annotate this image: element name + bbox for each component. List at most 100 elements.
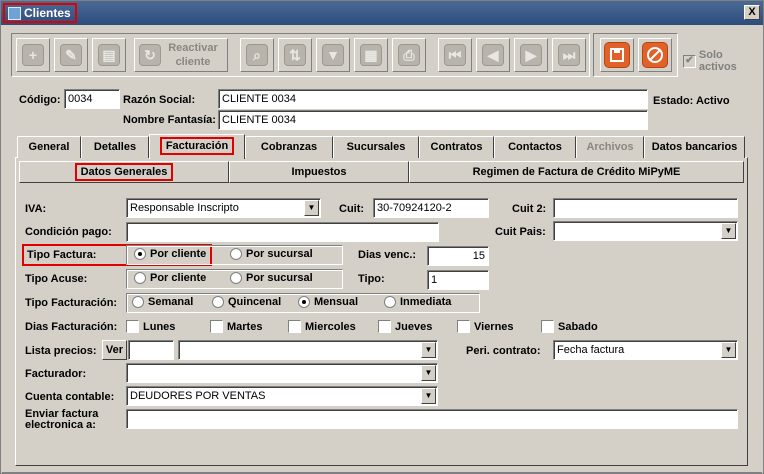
tipo-facturacion-label: Tipo Facturación: xyxy=(25,297,118,309)
new-button[interactable]: + xyxy=(16,38,50,72)
chevron-down-icon[interactable]: ▼ xyxy=(721,223,736,239)
chevron-down-icon[interactable]: ▼ xyxy=(304,200,319,216)
solo-activos-checkbox[interactable]: ✔ Solo activos xyxy=(683,49,763,73)
tab-facturacion[interactable]: Facturación xyxy=(149,134,245,159)
chevron-down-icon[interactable]: ▼ xyxy=(421,388,436,404)
last-record-button[interactable]: ⏭ xyxy=(552,38,586,72)
ver-button[interactable]: Ver xyxy=(102,340,127,360)
facturador-select[interactable]: ▼ xyxy=(126,363,438,383)
viernes-checkbox[interactable]: Viernes xyxy=(457,320,514,333)
cuit-field[interactable]: 30-70924120-2 xyxy=(373,198,489,218)
nombre-fantasia-label: Nombre Fantasía: xyxy=(123,114,216,126)
prev-icon: ◀ xyxy=(482,44,504,66)
prev-record-button[interactable]: ◀ xyxy=(476,38,510,72)
nombre-fantasia-field[interactable]: CLIENTE 0034 xyxy=(218,110,648,130)
sabado-label: Sabado xyxy=(558,320,598,333)
tab-contratos[interactable]: Contratos xyxy=(419,136,494,158)
reactivar-label-1: Reactivar xyxy=(168,42,218,54)
checkbox-box xyxy=(126,320,139,333)
bottom-divider xyxy=(2,472,762,473)
condicion-pago-label: Condición pago: xyxy=(25,226,112,238)
miercoles-checkbox[interactable]: Miercoles xyxy=(288,320,356,333)
martes-checkbox[interactable]: Martes xyxy=(210,320,262,333)
subtab-impuestos[interactable]: Impuestos xyxy=(229,161,409,183)
quincenal-radio[interactable]: Quincenal xyxy=(212,296,281,308)
close-button[interactable]: X xyxy=(744,5,760,20)
first-record-button[interactable]: ⏮ xyxy=(438,38,472,72)
lista-precios-code-field[interactable] xyxy=(128,340,174,360)
estado-text: Estado: Activo xyxy=(653,95,730,107)
mensual-radio[interactable]: Mensual xyxy=(298,296,358,308)
tipo-factura-por-cliente-radio[interactable]: Por cliente xyxy=(134,248,206,260)
condicion-pago-field[interactable] xyxy=(126,222,439,242)
first-icon: ⏮ xyxy=(444,44,466,66)
delete-button[interactable]: ▤ xyxy=(92,38,126,72)
tipo-acuse-por-cliente-radio[interactable]: Por cliente xyxy=(134,272,206,284)
iva-select[interactable]: Responsable Inscripto ▼ xyxy=(126,198,321,218)
viernes-label: Viernes xyxy=(474,320,514,333)
peri-contrato-label: Peri. contrato: xyxy=(466,345,541,357)
sort-button[interactable]: ⇅ xyxy=(278,38,312,72)
cancel-icon xyxy=(642,42,668,68)
tab-detalles[interactable]: Detalles xyxy=(81,136,149,158)
lunes-checkbox[interactable]: Lunes xyxy=(126,320,175,333)
reactivar-cliente-button[interactable]: ↻ Reactivar cliente xyxy=(134,38,228,72)
tipo-factura-por-sucursal-radio[interactable]: Por sucursal xyxy=(230,248,313,260)
chevron-down-icon[interactable]: ▼ xyxy=(421,342,436,358)
dias-venc-field[interactable]: 15 xyxy=(427,246,489,266)
tipo-factura-label: Tipo Factura: xyxy=(27,249,97,261)
sort-icon: ⇅ xyxy=(284,44,306,66)
tab-sucursales[interactable]: Sucursales xyxy=(333,136,419,158)
lista-precios-select[interactable]: ▼ xyxy=(178,340,438,360)
razon-social-field[interactable]: CLIENTE 0034 xyxy=(218,89,648,109)
save-cancel-toolbar xyxy=(593,33,678,77)
cuenta-contable-select[interactable]: DEUDORES POR VENTAS ▼ xyxy=(126,386,438,406)
jueves-checkbox[interactable]: Jueves xyxy=(378,320,432,333)
radio-dot xyxy=(132,296,144,308)
checkbox-box xyxy=(210,320,223,333)
cuit-pais-label: Cuit Pais: xyxy=(495,226,546,238)
tipo-field[interactable]: 1 xyxy=(427,270,489,290)
sabado-checkbox[interactable]: Sabado xyxy=(541,320,598,333)
cancel-button[interactable] xyxy=(638,38,672,72)
tipo-acuse-por-sucursal-radio[interactable]: Por sucursal xyxy=(230,272,313,284)
export-button[interactable]: ▦ xyxy=(354,38,388,72)
chevron-down-icon[interactable]: ▼ xyxy=(721,342,736,358)
enviar-factura-label: Enviar factura electronica a: xyxy=(25,409,98,431)
enviar-label-line-2: electronica a: xyxy=(25,419,96,431)
subtab-regimen-mipyme[interactable]: Regimen de Factura de Crédito MiPyME xyxy=(409,161,744,183)
cuenta-contable-value: DEUDORES POR VENTAS xyxy=(130,390,266,402)
save-button[interactable] xyxy=(600,38,634,72)
radio-dot xyxy=(298,296,310,308)
radio-dot xyxy=(230,272,242,284)
next-record-button[interactable]: ▶ xyxy=(514,38,548,72)
print-button[interactable]: ⎙ xyxy=(392,38,426,72)
chevron-down-icon[interactable]: ▼ xyxy=(421,365,436,381)
tab-archivos[interactable]: Archivos xyxy=(576,136,644,158)
dias-venc-label: Dias venc.: xyxy=(358,249,417,261)
tab-datos-bancarios[interactable]: Datos bancarios xyxy=(644,136,745,158)
checkbox-box: ✔ xyxy=(683,54,696,68)
search-button[interactable]: ⌕ xyxy=(240,38,274,72)
cuit2-field[interactable] xyxy=(553,198,738,218)
subtab-datos-generales-label: Datos Generales xyxy=(74,163,174,181)
tab-cobranzas[interactable]: Cobranzas xyxy=(245,136,333,158)
subtab-datos-generales[interactable]: Datos Generales xyxy=(19,161,229,183)
codigo-field[interactable]: 0034 xyxy=(64,89,120,109)
export-icon: ▦ xyxy=(360,44,382,66)
tab-contactos[interactable]: Contactos xyxy=(494,136,576,158)
edit-button[interactable]: ✎ xyxy=(54,38,88,72)
delete-icon: ▤ xyxy=(98,44,120,66)
inmediata-label: Inmediata xyxy=(400,296,452,308)
semanal-radio[interactable]: Semanal xyxy=(132,296,193,308)
inmediata-radio[interactable]: Inmediata xyxy=(384,296,451,308)
cuit-pais-select[interactable]: ▼ xyxy=(553,221,738,241)
checkbox-box xyxy=(288,320,301,333)
filter-button[interactable]: ▼ xyxy=(316,38,350,72)
plus-icon: + xyxy=(22,44,44,66)
last-icon: ⏭ xyxy=(558,44,580,66)
enviar-factura-field[interactable] xyxy=(126,409,738,429)
tab-general[interactable]: General xyxy=(17,136,81,158)
pencil-icon: ✎ xyxy=(60,44,82,66)
peri-contrato-select[interactable]: Fecha factura ▼ xyxy=(553,340,738,360)
